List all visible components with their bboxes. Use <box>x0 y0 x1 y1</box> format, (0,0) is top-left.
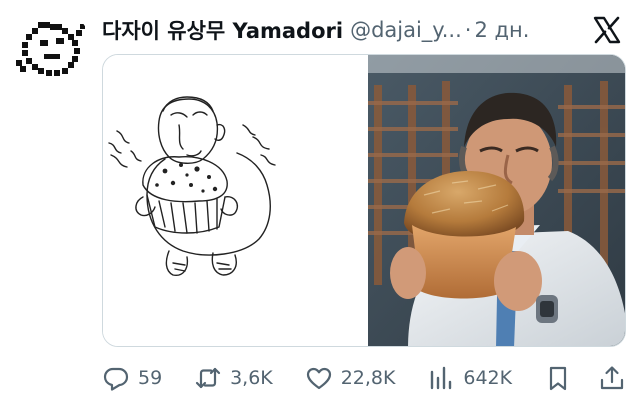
secondary-actions <box>544 364 626 392</box>
photo-illustration <box>368 55 625 346</box>
media-image-photo[interactable] <box>368 55 625 346</box>
author-handle[interactable]: @dajai_y... <box>350 18 462 42</box>
repost-count: 3,6K <box>230 367 273 389</box>
media-image-sketch[interactable] <box>103 55 368 346</box>
views-icon <box>431 366 452 390</box>
views-button[interactable]: 642K <box>427 364 512 392</box>
x-logo-icon[interactable] <box>592 15 622 45</box>
sketch-drawing <box>108 96 276 276</box>
heart-icon <box>306 367 331 390</box>
views-count: 642K <box>463 367 513 389</box>
tweet-media[interactable] <box>102 54 626 347</box>
bookmark-icon[interactable] <box>544 364 572 392</box>
reply-icon <box>103 367 129 391</box>
repost-button[interactable]: 3,6K <box>194 364 273 392</box>
separator-dot: · <box>464 18 472 42</box>
reply-count: 59 <box>138 367 163 389</box>
author-display-name[interactable]: 다자이 유상무 Yamadori <box>102 15 343 45</box>
tweet-header: 다자이 유상무 Yamadori @dajai_y... · 2 дн. <box>102 14 542 46</box>
avatar[interactable] <box>10 8 92 90</box>
like-count: 22,8K <box>340 367 396 389</box>
action-bar: 59 3,6K 22,8K 642K <box>102 358 626 398</box>
pixel-face-avatar-icon <box>16 22 85 76</box>
repost-icon <box>195 367 221 389</box>
reply-button[interactable]: 59 <box>102 364 162 392</box>
like-button[interactable]: 22,8K <box>305 364 396 392</box>
share-icon[interactable] <box>598 364 626 392</box>
post-time[interactable]: 2 дн. <box>474 18 529 42</box>
